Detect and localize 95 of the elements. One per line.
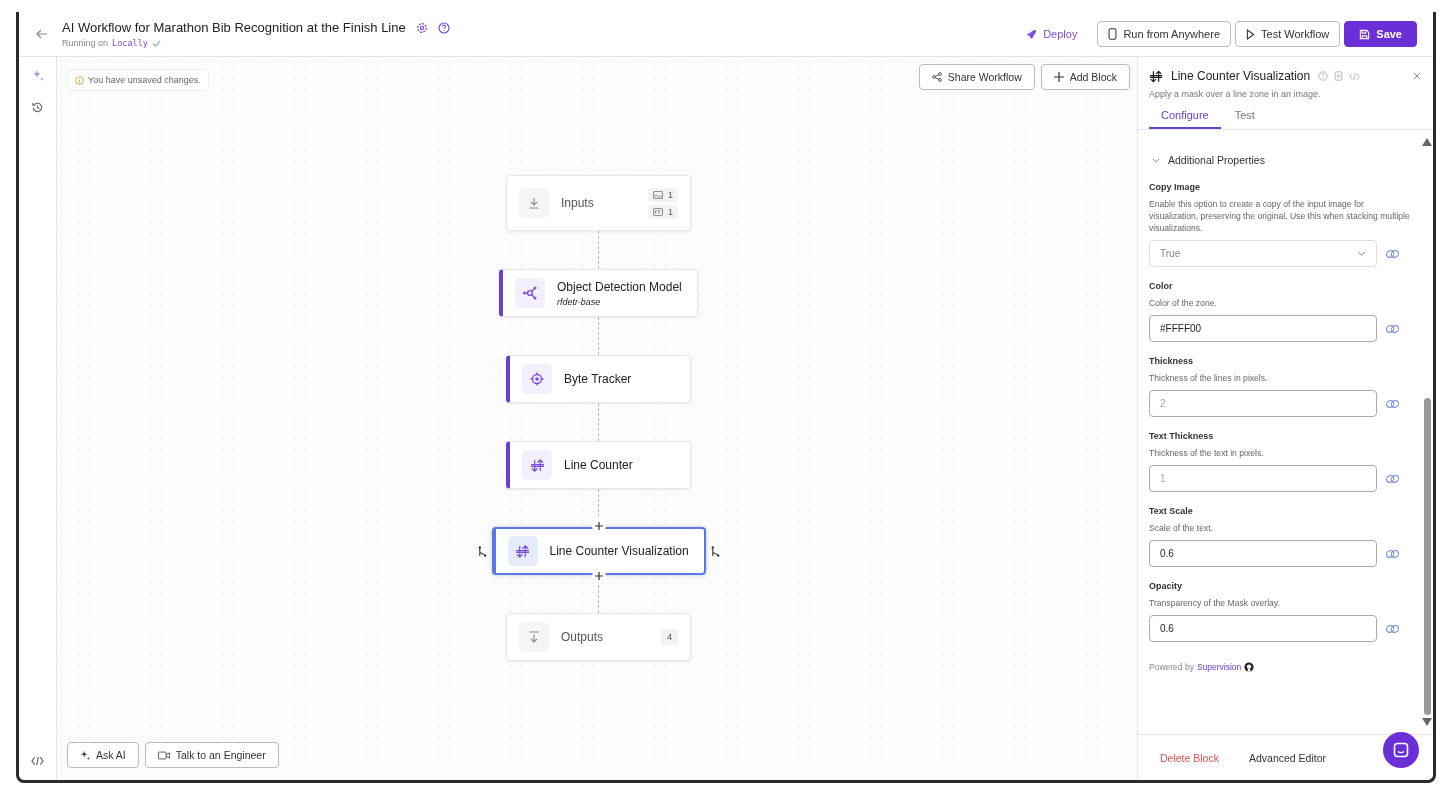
image-icon <box>653 190 663 199</box>
history-icon[interactable] <box>31 101 44 114</box>
assist-button[interactable]: Ask AI <box>67 742 139 768</box>
parameter-icon <box>653 207 663 216</box>
branch-handle-icon[interactable] <box>710 546 720 557</box>
up-down-arrows-icon <box>1149 69 1163 83</box>
link-icon[interactable] <box>1385 398 1400 409</box>
workflow-node[interactable]: Byte Tracker <box>506 355 691 403</box>
footer-button[interactable]: Delete Block <box>1150 747 1229 768</box>
play-icon <box>1246 28 1256 40</box>
input-field[interactable]: 1 <box>1149 465 1377 492</box>
field-label: Opacity <box>1149 581 1183 591</box>
field-description: Thickness of the lines in pixels. <box>1149 372 1269 384</box>
header-button[interactable]: Run from Anywhere <box>1097 21 1232 47</box>
network-icon <box>522 285 538 301</box>
field-description: Transparency of the Mask overlay. <box>1149 597 1281 609</box>
toolbar-button[interactable]: Share Workflow <box>918 64 1035 90</box>
input-count-badge: 1 <box>648 204 678 219</box>
workflow-node[interactable]: Line Counter <box>506 441 691 489</box>
panel-description: Apply a mask over a line zone in an image. <box>1149 89 1322 99</box>
workflow-node[interactable]: Line Counter Visualization <box>491 527 706 575</box>
output-icon <box>528 631 540 643</box>
panel-tab[interactable]: Configure <box>1149 105 1221 129</box>
share-icon <box>931 72 942 82</box>
deploy-button[interactable]: Deploy <box>1020 27 1084 41</box>
supervision-link[interactable]: Supervision <box>1196 662 1242 672</box>
header-button[interactable]: Save <box>1344 21 1417 47</box>
close-icon[interactable] <box>1413 72 1421 80</box>
scroll-up-icon[interactable] <box>1422 138 1432 146</box>
plus-icon <box>1053 72 1064 82</box>
target-icon <box>530 372 544 386</box>
node-title: Outputs <box>561 630 604 644</box>
info-icon <box>75 75 84 85</box>
chevron-icon <box>1357 251 1366 256</box>
field-label: Color <box>1149 281 1174 291</box>
scroll-down-icon[interactable] <box>1422 718 1432 726</box>
field-label: Thickness <box>1149 356 1195 366</box>
assist-button[interactable]: Talk to an Engineer <box>144 742 279 768</box>
save-icon <box>1359 28 1371 40</box>
field-description: Color of the zone. <box>1149 297 1218 309</box>
node-title: Inputs <box>561 196 594 210</box>
field-description: Thickness of the text in pixels. <box>1149 447 1265 459</box>
section-toggle[interactable]: Additional Properties <box>1149 154 1411 166</box>
sparkle-icon <box>80 750 90 760</box>
panel-title: Line Counter Visualization <box>1171 69 1311 83</box>
chat-icon <box>1393 742 1409 758</box>
footer-button[interactable]: Advanced Editor <box>1238 747 1336 768</box>
up-down-arrows-icon <box>529 458 545 472</box>
input-field[interactable]: 0.6 <box>1149 540 1377 567</box>
powered-by-label: Powered by <box>1149 662 1194 672</box>
node-title: Line Counter <box>564 458 633 472</box>
settings-icon[interactable] <box>415 21 428 34</box>
link-icon[interactable] <box>1385 623 1400 634</box>
workflow-node[interactable]: Object Detection Model rfdetr-base <box>499 269 698 317</box>
link-icon[interactable] <box>1385 248 1400 259</box>
running-label: Running on <box>62 38 109 48</box>
select-field[interactable]: True <box>1149 240 1377 267</box>
field-label: Text Thickness <box>1149 431 1215 441</box>
link-icon[interactable] <box>1385 473 1400 484</box>
output-count-badge: 4 <box>661 629 678 645</box>
help-icon[interactable] <box>437 21 450 34</box>
field-description: Enable this option to create a copy of the input image for visualization, preserving the original. Use this when stacking multiple visualizations. <box>1149 198 1411 234</box>
rocket-icon <box>1026 28 1038 40</box>
chevron-icon <box>1152 157 1160 163</box>
toolbar-button[interactable]: Add Block <box>1040 64 1130 90</box>
github-icon[interactable] <box>1244 662 1255 672</box>
input-field[interactable]: 0.6 <box>1149 615 1377 642</box>
node-title: Byte Tracker <box>564 372 632 386</box>
link-icon[interactable] <box>1385 548 1400 559</box>
workflow-node[interactable]: Inputs 1 1 <box>506 175 691 231</box>
link-icon[interactable] <box>1385 323 1400 334</box>
input-field[interactable]: #FFFF00 <box>1149 315 1377 342</box>
input-count-badge: 1 <box>648 187 678 202</box>
node-title: Line Counter Visualization <box>549 544 689 558</box>
node-model-id: rfdetr-base <box>557 296 602 307</box>
video-camera-icon <box>157 750 170 760</box>
code-icon[interactable] <box>31 756 44 766</box>
header-button[interactable]: Test Workflow <box>1235 21 1341 47</box>
phone-icon <box>1108 28 1118 40</box>
panel-tab[interactable]: Test <box>1222 105 1267 129</box>
download-icon <box>528 197 540 209</box>
workflow-node[interactable]: Outputs 4 <box>506 613 691 661</box>
up-down-arrows-icon <box>515 544 530 558</box>
back-arrow-icon[interactable] <box>36 28 48 40</box>
branch-handle-icon[interactable] <box>477 546 487 557</box>
node-title: Object Detection Model <box>557 279 682 294</box>
field-description: Scale of the text. <box>1149 522 1214 534</box>
field-label: Copy Image <box>1149 182 1201 192</box>
runtime-label: Locally <box>112 38 148 48</box>
notice-text: You have unsaved changes. <box>88 75 201 85</box>
workflow-title: AI Workflow for Marathon Bib Recognition at the Finish Line <box>62 20 406 35</box>
check-icon <box>151 39 161 47</box>
field-label: Text Scale <box>1149 506 1194 516</box>
input-field[interactable]: 2 <box>1149 390 1377 417</box>
chat-launcher-button[interactable] <box>1383 732 1419 768</box>
